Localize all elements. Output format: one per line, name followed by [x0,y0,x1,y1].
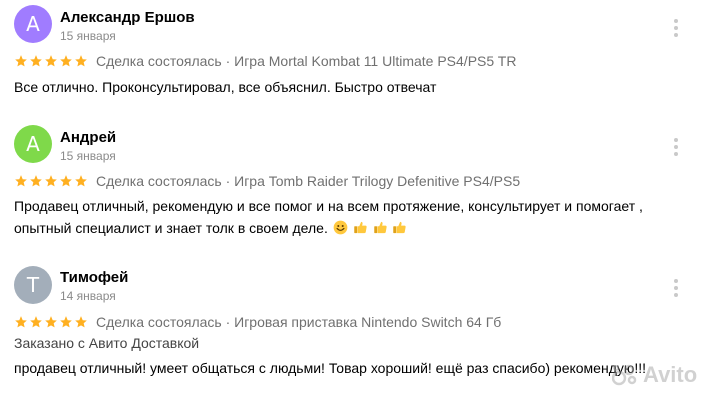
smile-emoji-icon [333,220,348,235]
more-options-icon[interactable] [670,19,682,37]
more-options-icon[interactable] [670,279,682,297]
star-icon [30,55,42,67]
star-icon [45,175,57,187]
avatar[interactable]: А [14,125,52,163]
review-text: продавец отличный! умеет общаться с людь… [14,360,647,376]
reviewer-name[interactable]: Андрей [60,129,116,146]
avito-watermark: Avito [612,362,697,388]
star-icon [30,175,42,187]
star-icon [75,316,87,328]
review-text: Все отлично. Проконсультировал, все объя… [14,79,437,95]
star-rating [14,54,88,68]
reviewer-name[interactable]: Александр Ершов [60,9,195,26]
avito-watermark-text: Avito [643,362,698,387]
review-date: 15 января [60,149,116,163]
star-icon [75,55,87,67]
rating-line: Сделка состоялась · Игровая приставка Ni… [14,314,501,330]
review-date: 15 января [60,29,116,43]
star-rating [14,315,88,329]
avatar[interactable]: А [14,5,52,43]
thumbs-up-emoji-icon [353,221,367,234]
review-text-line: опытный специалист и знает толк в своем … [14,217,704,239]
star-icon [75,175,87,187]
star-icon [45,55,57,67]
star-icon [15,316,27,328]
star-icon [15,55,27,67]
reviewer-name[interactable]: Тимофей [60,269,128,286]
more-options-icon[interactable] [670,138,682,156]
thumbs-up-emoji-icon [373,221,387,234]
star-icon [60,316,72,328]
review-text: Продавец отличный, рекомендую и все помо… [14,195,704,239]
rating-line: Сделка состоялась · Игра Tomb Raider Tri… [14,173,520,189]
star-icon [45,316,57,328]
thumbs-up-emoji-icon [393,221,407,234]
avatar[interactable]: Т [14,266,52,304]
deal-info: Сделка состоялась · Игра Tomb Raider Tri… [96,173,521,189]
delivery-note: Заказано с Авито Доставкой [14,335,200,351]
rating-line: Сделка состоялась · Игра Mortal Kombat 1… [14,53,516,69]
star-rating [14,174,88,188]
deal-info: Сделка состоялась · Игра Mortal Kombat 1… [96,53,517,69]
star-icon [60,175,72,187]
star-icon [15,175,27,187]
avito-logo-icon [612,364,637,386]
star-icon [30,316,42,328]
review-text-line: Продавец отличный, рекомендую и все помо… [14,198,643,214]
review-date: 14 января [60,289,116,303]
review-text-line-content: опытный специалист и знает толк в своем … [14,220,328,236]
star-icon [60,55,72,67]
deal-info: Сделка состоялась · Игровая приставка Ni… [96,314,502,330]
